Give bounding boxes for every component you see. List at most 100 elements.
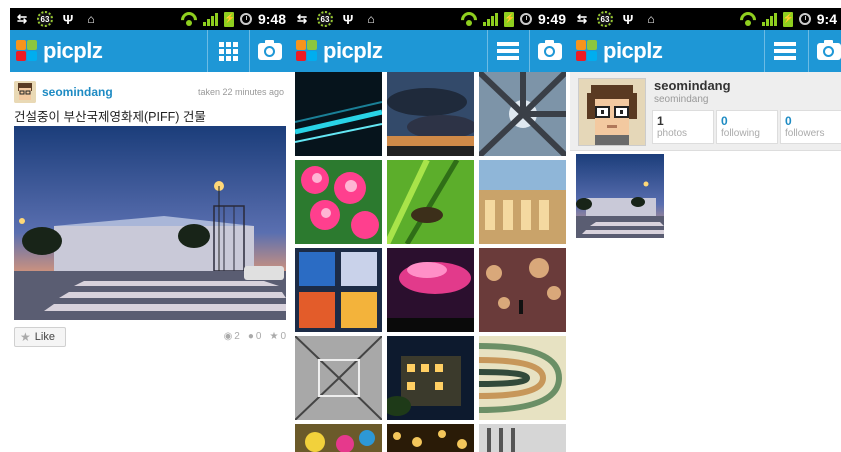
signal-icon (761, 12, 777, 26)
usb-icon: Ψ (622, 11, 634, 27)
usb-icon: Ψ (62, 11, 74, 27)
battery-level-badge: 63 (317, 11, 333, 27)
followers-label: followers (785, 128, 825, 139)
status-bar: ⇆ 63 Ψ ⌂ 9:4 (570, 8, 841, 30)
camera-button[interactable] (808, 30, 841, 72)
menu-button[interactable] (487, 30, 528, 72)
battery-icon (223, 11, 235, 27)
comments-stat: ● 0 (248, 331, 262, 342)
photo-thumbnail-colorful-windows[interactable] (295, 248, 382, 332)
following-label: following (721, 128, 760, 139)
menu-button[interactable] (764, 30, 805, 72)
photos-stat-button[interactable]: 1 photos (652, 110, 714, 144)
photo-thumbnail-fisheye-buildings[interactable] (479, 72, 566, 156)
profile-header: seomindang seomindang 1 photos 0 followi… (570, 72, 841, 151)
battery-level-badge: 63 (597, 11, 613, 27)
profile-screen: ⇆ 63 Ψ ⌂ 9:4 picplz (570, 8, 841, 452)
grid-icon (218, 41, 238, 61)
app-bar: picplz (290, 30, 570, 72)
photo-thumbnail-flowers-bottom[interactable] (295, 424, 382, 452)
photo-thumbnail-gold-lights[interactable] (387, 424, 474, 452)
android-icon: ⌂ (367, 12, 375, 26)
photo-thumbnail-arcade-building[interactable] (479, 160, 566, 244)
profile-photo-thumbnail[interactable] (576, 154, 664, 238)
sync-icon: ⇆ (296, 12, 308, 26)
views-stat: ◉ 2 (224, 331, 240, 342)
camera-icon (538, 39, 562, 60)
status-time: 9:4 (816, 11, 837, 27)
camera-icon (258, 39, 282, 60)
likes-count: 0 (280, 331, 286, 342)
followers-count: 0 (785, 114, 792, 128)
photo-thumbnail-ceiling-bw[interactable] (295, 336, 382, 420)
menu-icon (774, 42, 796, 60)
post-detail-screen: ⇆ 63 Ψ ⌂ 9:48 picplz (10, 8, 290, 452)
menu-icon (497, 42, 519, 60)
photo-thumbnail-cloudy-sunset[interactable] (387, 72, 474, 156)
photo-thumbnail-green-grasshopper[interactable] (387, 160, 474, 244)
battery-level-badge: 63 (37, 11, 53, 27)
camera-button[interactable] (529, 30, 570, 72)
usb-icon: Ψ (342, 11, 354, 27)
status-bar: ⇆ 63 Ψ ⌂ 9:48 (10, 8, 290, 30)
profile-name: seomindang (654, 78, 731, 93)
post-caption: 건설중이 부산국제영화제(PIFF) 건물 (14, 110, 206, 124)
battery-icon (503, 11, 515, 27)
username-link[interactable]: seomindang (42, 85, 113, 99)
picplz-logo-icon (16, 40, 38, 62)
photo-thumbnail-pink-flowers[interactable] (295, 160, 382, 244)
sync-icon: ⇆ (576, 12, 588, 26)
logo-text: picplz (43, 38, 103, 63)
like-button[interactable]: ★ Like (14, 327, 66, 347)
android-icon: ⌂ (647, 12, 655, 26)
camera-button[interactable] (249, 30, 290, 72)
signal-icon (482, 12, 498, 26)
wifi-icon (461, 12, 477, 26)
picplz-logo-icon (576, 40, 598, 62)
following-stat-button[interactable]: 0 following (716, 110, 778, 144)
likes-stat: ★ 0 (269, 331, 286, 342)
status-time: 9:48 (257, 11, 286, 27)
alarm-clock-icon (239, 13, 252, 25)
signal-icon (202, 12, 218, 26)
post-photo[interactable] (14, 126, 286, 320)
picplz-logo[interactable]: picplz (16, 38, 103, 64)
photo-thumbnail-building-bw[interactable] (479, 424, 566, 452)
star-icon: ★ (269, 331, 279, 342)
like-label: Like (34, 331, 55, 343)
post-header: seomindang taken 22 minutes ago (14, 80, 286, 104)
status-bar: ⇆ 63 Ψ ⌂ 9:49 (290, 8, 570, 30)
eye-icon: ◉ (223, 331, 233, 342)
avatar[interactable] (578, 78, 646, 146)
photo-grid-screen: ⇆ 63 Ψ ⌂ 9:49 picplz (290, 8, 570, 452)
views-count: 2 (234, 331, 240, 342)
wifi-icon (740, 12, 756, 26)
profile-username: seomindang (654, 94, 709, 105)
star-icon: ★ (20, 330, 31, 344)
photo-thumbnail-night-building[interactable] (387, 336, 474, 420)
photo-thumbnail-curved-tunnel[interactable] (479, 336, 566, 420)
photo-thumbnail-light-streak[interactable] (295, 72, 382, 156)
following-count: 0 (721, 114, 728, 128)
android-icon: ⌂ (87, 12, 95, 26)
status-time: 9:49 (537, 11, 566, 27)
photo-thumbnail-pink-cloud-sunset[interactable] (387, 248, 474, 332)
sync-icon: ⇆ (16, 12, 28, 26)
alarm-clock-icon (519, 13, 532, 25)
picplz-logo-icon (296, 40, 318, 62)
photos-label: photos (657, 128, 688, 139)
photo-thumbnail-bokeh-cyclist[interactable] (479, 248, 566, 332)
grid-view-button[interactable] (207, 30, 248, 72)
profile-stats: 1 photos 0 following 0 followers (652, 110, 841, 144)
post-timestamp: taken 22 minutes ago (197, 87, 284, 97)
avatar[interactable] (14, 81, 36, 103)
followers-stat-button[interactable]: 0 followers (780, 110, 841, 144)
comment-icon: ● (247, 331, 254, 342)
app-bar: picplz (570, 30, 841, 72)
picplz-logo[interactable]: picplz (576, 38, 663, 64)
wifi-icon (181, 12, 197, 26)
picplz-logo[interactable]: picplz (296, 38, 383, 64)
logo-text: picplz (603, 38, 663, 63)
camera-icon (817, 39, 841, 60)
logo-text: picplz (323, 38, 383, 63)
